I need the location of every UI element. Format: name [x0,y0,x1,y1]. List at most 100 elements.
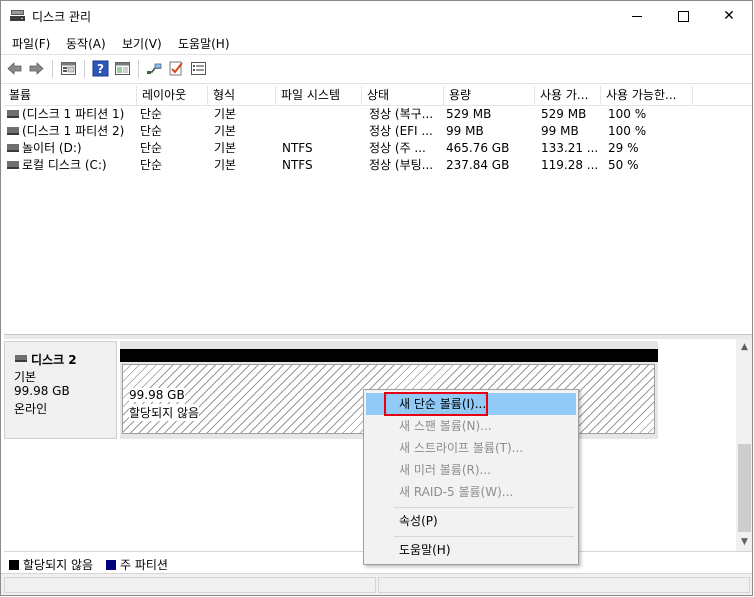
volume-name: 놀이터 (D:) [22,141,82,155]
volume-list: 볼륨 레이아웃 형식 파일 시스템 상태 용량 사용 가... 사용 가능한..… [4,86,752,334]
close-icon: ✕ [723,8,735,24]
volume-icon [7,126,19,135]
menu-help[interactable]: 도움말(H) [178,35,230,52]
context-menu: 새 단순 볼륨(I)... 새 스팬 볼륨(N)... 새 스트라이프 볼륨(T… [363,389,579,565]
volume-capacity: 529 MB [446,107,492,121]
legend-swatch-unallocated [9,559,19,570]
volume-status: 정상 (부팅... [369,158,434,172]
column-status[interactable]: 상태 [362,86,444,105]
volume-name: (디스크 1 파티션 2) [22,124,125,138]
volume-free: 99 MB [541,124,579,138]
disk-management-app-icon [10,10,25,21]
toolbar: ? [1,54,752,84]
volume-capacity: 237.84 GB [446,158,510,172]
volume-status: 정상 (복구... [369,107,434,121]
volume-type: 기본 [214,158,237,172]
status-cell [4,577,376,593]
console-view-icon[interactable] [114,60,131,77]
menu-bar: 파일(F) 동작(A) 보기(V) 도움말(H) [1,31,752,53]
volume-list-header: 볼륨 레이아웃 형식 파일 시스템 상태 용량 사용 가... 사용 가능한..… [4,86,752,106]
help-icon[interactable]: ? [92,60,109,77]
disk-icon [15,355,27,362]
disk-type: 기본 [14,370,37,384]
scroll-thumb[interactable] [738,444,751,532]
volume-layout: 단순 [140,107,163,121]
volume-status: 정상 (주 ... [369,141,426,155]
properties-icon[interactable] [190,60,207,77]
menu-action[interactable]: 동작(A) [66,35,106,52]
status-bar [1,573,752,595]
volume-name: 로컬 디스크 (C:) [22,158,107,172]
volume-fs: NTFS [282,158,313,172]
menu-separator [394,507,574,508]
status-cell [378,577,750,593]
disk-info-panel[interactable]: 디스크 2 기본 99.98 GB 온라인 [4,341,117,439]
volume-percent-free: 100 % [608,107,647,121]
menu-item-help[interactable]: 도움말(H) [366,539,576,561]
toolbar-separator [52,60,53,78]
volume-row[interactable]: (디스크 1 파티션 2) 단순 기본 정상 (EFI ... 99 MB 99… [4,123,752,140]
menu-file[interactable]: 파일(F) [12,35,50,52]
volume-row[interactable]: 놀이터 (D:) 단순 기본 NTFS 정상 (주 ... 465.76 GB … [4,140,752,157]
volume-icon [7,160,19,169]
menu-view[interactable]: 보기(V) [122,35,162,52]
volume-status: 정상 (EFI ... [369,124,433,138]
menu-item-new-mirrored-volume: 새 미러 볼륨(R)... [399,463,491,477]
maximize-button[interactable] [660,1,706,31]
volume-layout: 단순 [140,124,163,138]
legend-item-unallocated: 할당되지 않음 [9,556,93,573]
menu-item-new-striped-volume: 새 스트라이프 볼륨(T)... [399,441,524,455]
column-volume[interactable]: 볼륨 [4,86,137,105]
scroll-up-icon[interactable]: ▲ [736,339,752,356]
forward-arrow-icon[interactable] [28,60,45,77]
volume-row[interactable]: 로컬 디스크 (C:) 단순 기본 NTFS 정상 (부팅... 237.84 … [4,157,752,174]
toolbar-separator [138,60,139,78]
svg-text:?: ? [97,62,104,76]
volume-free: 133.21 ... [541,141,599,155]
legend-label: 주 파티션 [120,558,168,572]
volume-percent-free: 100 % [608,124,647,138]
volume-free: 529 MB [541,107,587,121]
volume-layout: 단순 [140,141,163,155]
volume-type: 기본 [214,124,237,138]
volume-free: 119.28 ... [541,158,599,172]
unallocated-bar [120,349,658,362]
disk-management-window: 디스크 관리 ✕ 파일(F) 동작(A) 보기(V) 도움말(H) ? 볼륨 레… [0,0,753,596]
volume-type: 기본 [214,107,237,121]
check-icon[interactable] [168,60,185,77]
volume-percent-free: 29 % [608,141,639,155]
column-file-system[interactable]: 파일 시스템 [276,86,362,105]
menu-item-new-spanned-volume: 새 스팬 볼륨(N)... [399,419,492,433]
disk-list-icon[interactable] [60,60,77,77]
title-bar: 디스크 관리 ✕ [1,1,752,31]
column-layout[interactable]: 레이아웃 [137,86,208,105]
disk-name: 디스크 2 [31,353,77,367]
volume-fs: NTFS [282,141,313,155]
column-free-space[interactable]: 사용 가... [535,86,601,105]
menu-item-new-raid5-volume: 새 RAID-5 볼륨(W)... [399,485,514,499]
menu-item-properties[interactable]: 속성(P) [366,510,576,532]
volume-row[interactable]: (디스크 1 파티션 1) 단순 기본 정상 (복구... 529 MB 529… [4,106,752,123]
column-percent-free[interactable]: 사용 가능한... [601,86,693,105]
scroll-down-icon[interactable]: ▼ [736,534,752,551]
volume-capacity: 465.76 GB [446,141,510,155]
legend-label: 할당되지 않음 [23,558,94,572]
legend-swatch-primary [106,559,116,570]
close-button[interactable]: ✕ [706,1,752,31]
disk-status: 온라인 [14,402,48,416]
volume-name: (디스크 1 파티션 1) [22,107,125,121]
volume-icon [7,109,19,118]
legend-item-primary: 주 파티션 [106,556,168,573]
volume-type: 기본 [214,141,237,155]
volume-icon [7,143,19,152]
window-title: 디스크 관리 [32,10,92,24]
back-arrow-icon[interactable] [6,60,23,77]
vertical-scrollbar[interactable]: ▲ ▼ [736,339,752,551]
column-capacity[interactable]: 용량 [444,86,535,105]
partition-size: 99.98 GB [129,388,185,402]
partition-label: 할당되지 않음 [129,404,200,421]
connect-icon[interactable] [146,60,163,77]
volume-capacity: 99 MB [446,124,484,138]
column-type[interactable]: 형식 [208,86,276,105]
minimize-button[interactable] [614,1,660,31]
